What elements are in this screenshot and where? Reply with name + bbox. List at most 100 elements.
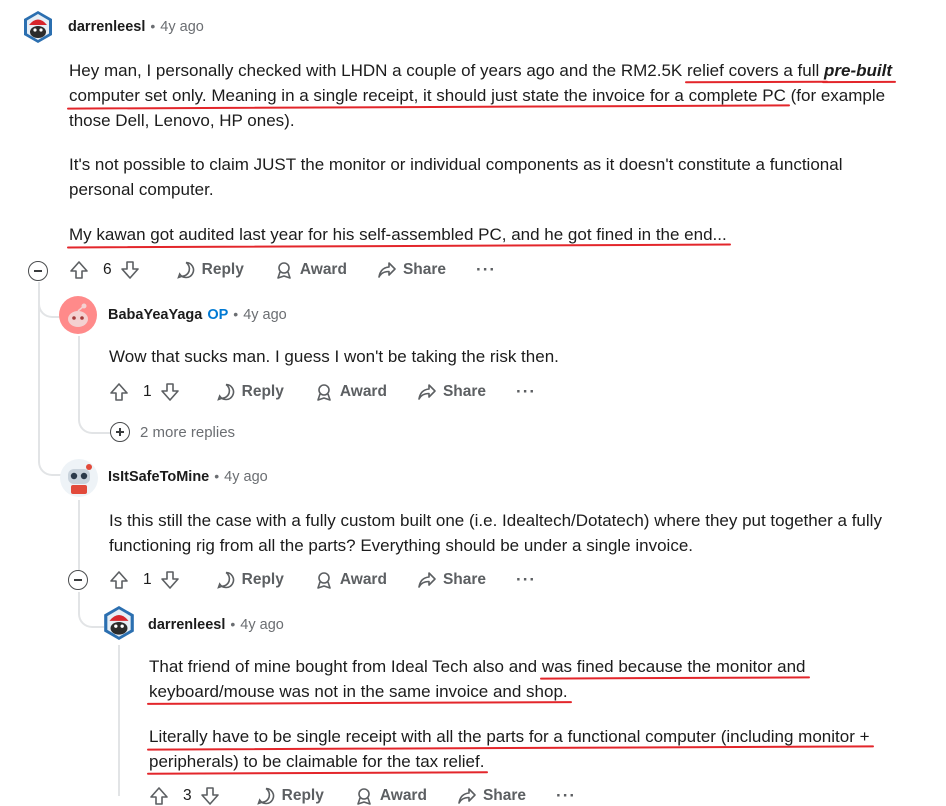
text-line: Hey man, I personally checked with LHDN … [69,58,892,83]
username[interactable]: BabaYeaYaga [108,307,202,323]
comment-header: darrenleesl • 4y ago [68,18,204,36]
vote-count: 3 [183,787,192,804]
comment-paragraph: Wow that sucks man. I guess I won't be t… [109,344,559,369]
comment-header: BabaYeaYaga OP • 4y ago [108,306,287,324]
award-label: Award [379,787,427,804]
text-line: Wow that sucks man. I guess I won't be t… [109,344,559,369]
reply-label: Reply [241,571,284,588]
award-icon [317,572,331,589]
reply-button[interactable]: Reply [216,382,284,402]
share-button[interactable]: Share [417,570,486,590]
share-button[interactable]: Share [457,786,526,806]
vote-group: 1 [109,570,186,590]
collapse-thread-button[interactable] [68,570,88,590]
underlined-text: pre-built [824,61,892,80]
award-icon [317,384,331,401]
thread-line-c2 [78,336,80,398]
username[interactable]: darrenleesl [148,617,225,633]
downvote-icon[interactable] [200,786,220,806]
expand-replies-icon[interactable] [110,422,130,442]
username[interactable]: darrenleesl [68,19,145,35]
award-button[interactable]: Award [354,786,427,806]
thread-elbow-more [78,398,110,434]
default-snoo-icon [68,303,88,327]
upvote-icon[interactable] [149,786,169,806]
avatar[interactable] [21,10,55,44]
award-icon [277,262,291,279]
upvote-icon[interactable] [109,382,129,402]
robot-snoo-icon [60,459,98,497]
vote-count: 1 [143,383,152,400]
more-replies-link[interactable]: 2 more replies [140,424,235,441]
share-label: Share [442,383,487,400]
text-line: functioning rig from all the parts? Ever… [109,533,882,558]
text-line: keyboard/mouse was not in the same invoi… [149,679,805,704]
downvote-icon[interactable] [160,570,180,590]
comment-bubble-icon [256,787,274,805]
reply-label: Reply [241,383,284,400]
share-button[interactable]: Share [377,260,446,280]
underlined-text: keyboard/mouse was not in the same invoi… [149,682,568,701]
underlined-text: relief covers a full [687,61,824,80]
share-label: Share [402,261,447,278]
downvote-icon[interactable] [160,382,180,402]
action-bar: 3 Reply Award Share ··· [149,786,576,806]
share-button[interactable]: Share [417,382,486,402]
text-segment: That friend of mine bought from Ideal Te… [149,657,542,676]
underlined-text: was fined because the monitor and [541,657,806,676]
share-label: Share [482,787,527,804]
text-segment: functioning rig from all the parts? Ever… [109,536,694,555]
text-segment: Hey man, I personally checked with LHDN … [69,61,687,80]
vote-group: 1 [109,382,186,402]
upvote-icon[interactable] [69,260,89,280]
comment-paragraph: It's not possible to claim JUST the moni… [69,152,842,202]
downvote-icon[interactable] [120,260,140,280]
separator-dot: • [150,18,156,34]
avatar[interactable] [101,605,137,641]
award-label: Award [339,383,387,400]
timestamp[interactable]: 4y ago [224,469,268,485]
more-options-icon[interactable]: ··· [476,260,496,280]
vote-group: 3 [149,786,226,806]
award-button[interactable]: Award [314,382,387,402]
reply-button[interactable]: Reply [176,260,244,280]
separator-dot: • [214,468,220,484]
share-icon [378,262,396,278]
action-bar: 1 Reply Award Share ··· [109,570,536,590]
collapse-thread-button[interactable] [28,261,48,281]
timestamp[interactable]: 4y ago [243,307,287,323]
text-line: computer set only. Meaning in a single r… [69,83,892,108]
timestamp[interactable]: 4y ago [160,19,204,35]
text-segment: personal computer. [69,180,214,199]
vote-group: 6 [69,260,146,280]
vote-count: 1 [143,571,152,588]
comment-header: darrenleesl • 4y ago [148,616,284,634]
text-line: That friend of mine bought from Ideal Te… [149,654,805,679]
text-segment: Is this still the case with a fully cust… [109,511,882,530]
more-options-icon[interactable]: ··· [516,382,536,402]
username[interactable]: IsItSafeToMine [108,469,209,485]
text-segment: Wow that sucks man. I guess I won't be t… [109,347,559,366]
more-options-icon[interactable]: ··· [556,786,576,806]
reply-button[interactable]: Reply [256,786,324,806]
comment-bubble-icon [176,261,194,279]
underlined-text: Literally have to be single receipt with… [149,727,870,746]
comment-bubble-icon [216,383,234,401]
comment-bubble-icon [216,571,234,589]
text-line: Literally have to be single receipt with… [149,724,870,749]
reply-label: Reply [201,261,244,278]
action-bar: 6 Reply Award Share ··· [69,260,496,280]
avatar[interactable] [59,296,97,334]
avatar[interactable] [59,458,99,498]
award-button[interactable]: Award [274,260,347,280]
text-line: those Dell, Lenovo, HP ones). [69,108,892,133]
award-button[interactable]: Award [314,570,387,590]
upvote-icon[interactable] [109,570,129,590]
thread-line-c3 [78,500,80,570]
reply-button[interactable]: Reply [216,570,284,590]
snoo-avatar-icon [104,606,134,640]
op-badge: OP [207,307,229,323]
thread-line-c4 [118,645,120,796]
timestamp[interactable]: 4y ago [240,617,284,633]
more-options-icon[interactable]: ··· [516,570,536,590]
